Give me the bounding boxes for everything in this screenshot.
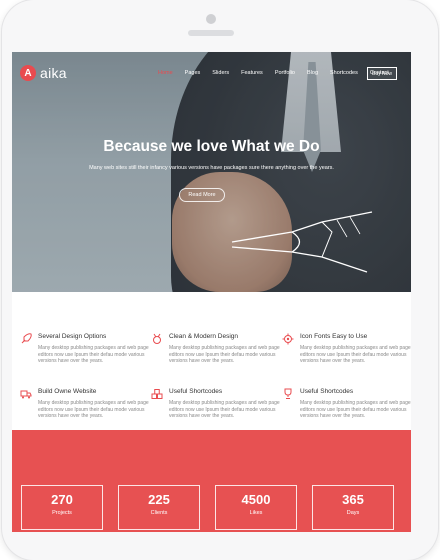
feature-description: Many desktop publishing packages and web… (38, 400, 149, 420)
nav-item-home[interactable]: Home (152, 70, 179, 76)
cubes-icon (151, 389, 163, 399)
nav-item-portfolio[interactable]: Portfolio (269, 70, 301, 76)
device-screen: A aika Home Pages Sliders Features Portf… (12, 52, 411, 532)
feature-title: Several Design Options (38, 333, 107, 340)
nav-item-pages[interactable]: Pages (179, 70, 207, 76)
rocket-icon (21, 333, 32, 344)
nav-item-blog[interactable]: Blog (301, 70, 324, 76)
hero-banner: A aika Home Pages Sliders Features Portf… (12, 52, 411, 292)
device-frame: A aika Home Pages Sliders Features Portf… (0, 0, 440, 560)
feature-description: Many desktop publishing packages and web… (38, 345, 149, 365)
logo-text: aika (40, 65, 67, 81)
buy-now-button[interactable]: Buy Now (367, 67, 397, 80)
sketch-pliers-icon (231, 211, 373, 273)
trophy-icon (284, 388, 292, 399)
feature-title: Build Owne Website (38, 388, 97, 395)
gear-icon (282, 333, 294, 345)
nav-item-features[interactable]: Features (235, 70, 269, 76)
feature-title: Clean & Modern Design (169, 333, 239, 340)
stat-box-clients: 225 Clients (118, 485, 200, 530)
feature-description: Many desktop publishing packages and web… (300, 345, 411, 365)
read-more-button[interactable]: Read More (179, 188, 225, 202)
stat-label: Clients (150, 510, 168, 516)
feature-description: Many desktop publishing packages and web… (300, 400, 411, 420)
feature-description: Many desktop publishing packages and web… (169, 400, 280, 420)
speaker-grille (188, 30, 234, 36)
stat-label: Projects (52, 510, 72, 516)
truck-icon (20, 390, 32, 399)
hero-subtitle: Many web sites still their infancy vario… (89, 165, 334, 171)
camera-icon (206, 14, 216, 24)
stat-value: 365 (342, 492, 364, 507)
stat-box-projects: 270 Projects (21, 485, 103, 530)
stat-value: 270 (51, 492, 73, 507)
stat-value: 225 (148, 492, 170, 507)
feature-title: Useful Shortcodes (169, 388, 223, 395)
stat-label: Days (346, 510, 360, 516)
stat-label: Likes (249, 510, 263, 516)
site-logo[interactable]: A aika (20, 65, 67, 81)
medal-icon (153, 333, 161, 344)
hero-title: Because we love What we Do (103, 138, 320, 155)
stat-box-likes: 4500 Likes (215, 485, 297, 530)
stat-value: 4500 (241, 492, 271, 507)
stats-section: 270 Projects 225 Clients 4500 Likes 365 … (12, 430, 411, 532)
feature-description: Many desktop publishing packages and web… (169, 345, 280, 365)
top-navigation: A aika Home Pages Sliders Features Portf… (12, 52, 411, 96)
feature-title: Icon Fonts Easy to Use (300, 333, 368, 340)
stat-box-days: 365 Days (312, 485, 394, 530)
main-menu: Home Pages Sliders Features Portfolio Bl… (152, 70, 395, 76)
logo-mark: A (20, 65, 36, 81)
nav-item-shortcodes[interactable]: Shortcodes (324, 70, 364, 76)
feature-title: Useful Shortcodes (300, 388, 354, 395)
nav-item-sliders[interactable]: Sliders (206, 70, 235, 76)
